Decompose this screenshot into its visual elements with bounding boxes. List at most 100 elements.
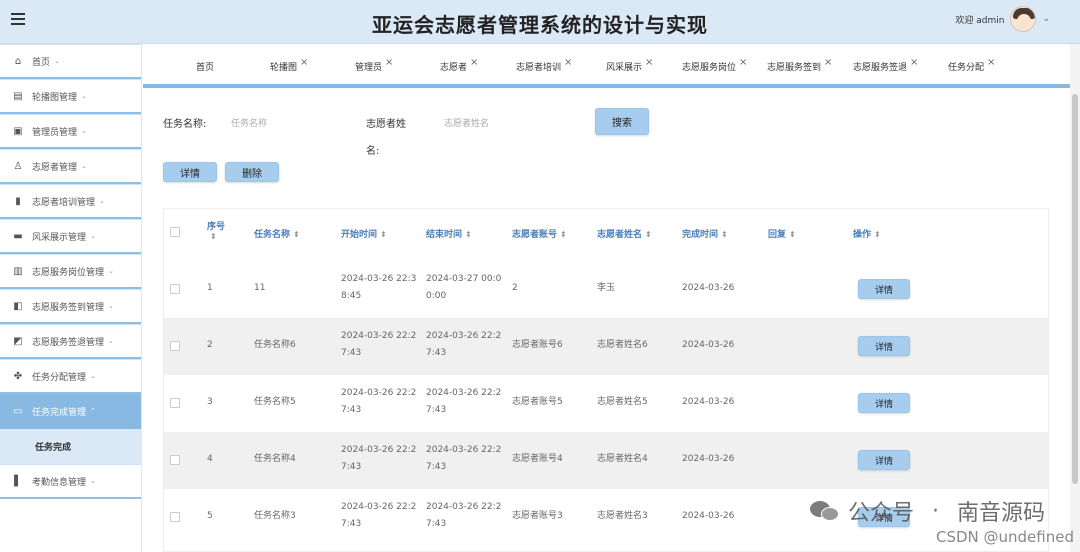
cell-end-time: 2024-03-26 22:2 7:43 <box>426 502 502 529</box>
post-icon: ▥ <box>13 265 23 277</box>
row-checkbox[interactable] <box>170 284 180 294</box>
row-detail-button[interactable]: 详情 <box>858 336 910 356</box>
tab-carousel[interactable]: 轮播图 × <box>270 57 308 73</box>
tab-assign[interactable]: 任务分配 × <box>948 57 995 73</box>
chevron-down-icon: ⌄ <box>108 302 114 310</box>
sort-icon[interactable]: ⬍ <box>645 230 652 239</box>
sort-icon[interactable]: ⬍ <box>293 230 300 239</box>
tab-admin[interactable]: 管理员 × <box>355 57 393 73</box>
cell-index: 4 <box>207 454 213 464</box>
sidebar-item-post[interactable]: ▥ 志愿服务岗位管理 ⌄ <box>0 254 141 289</box>
cell-account: 志愿者账号4 <box>512 454 563 464</box>
chevron-down-icon: ⌄ <box>54 57 60 65</box>
cell-index: 2 <box>207 340 213 350</box>
column-header: 操作 ⬍ <box>853 230 881 240</box>
delete-button[interactable]: 删除 <box>225 162 279 182</box>
row-detail-button[interactable]: 详情 <box>858 450 910 470</box>
attendance-icon: ▌ <box>14 475 22 487</box>
task-name-input[interactable]: 任务名称 <box>231 116 267 129</box>
sidebar-item-home[interactable]: ⌂ 首页 ⌄ <box>0 44 141 79</box>
cell-start-time: 2024-03-26 22:2 7:43 <box>341 445 417 472</box>
select-all-checkbox[interactable] <box>170 227 180 237</box>
row-detail-button[interactable]: 详情 <box>858 279 910 299</box>
sidebar-item-label: 轮播图管理 <box>32 92 78 103</box>
sidebar-item-volunteer[interactable]: ♙ 志愿者管理 ⌄ <box>0 149 141 184</box>
sidebar-item-carousel[interactable]: ▤ 轮播图管理 ⌄ <box>0 79 141 114</box>
watermark-dot: · <box>931 498 939 524</box>
user-menu[interactable]: 欢迎 admin ⌄ <box>955 6 1050 32</box>
cell-index: 3 <box>207 397 213 407</box>
row-checkbox[interactable] <box>170 512 180 522</box>
sidebar-item-attendance[interactable]: ▌ 考勤信息管理 ⌄ <box>0 464 141 499</box>
column-header[interactable]: 序号 ⬍ <box>207 219 225 242</box>
tab-training[interactable]: 志愿者培训 × <box>516 57 572 73</box>
sort-icon[interactable]: ⬍ <box>560 230 567 239</box>
cell-account: 志愿者账号3 <box>512 511 563 521</box>
sidebar-item-label: 志愿服务签到管理 <box>32 302 105 313</box>
close-icon[interactable]: × <box>824 57 832 68</box>
tab-volunteer[interactable]: 志愿者 × <box>440 57 478 73</box>
chevron-down-icon: ⌄ <box>90 232 96 240</box>
table-row[interactable]: 4 任务名称4 2024-03-26 22:2 7:43 2024-03-26 2… <box>164 432 1048 489</box>
row-checkbox[interactable] <box>170 455 180 465</box>
column-header[interactable]: 完成时间 ⬍ <box>682 227 728 240</box>
sidebar-subitem-task-complete[interactable]: 任务完成 <box>0 429 141 464</box>
tab-post[interactable]: 志愿服务岗位 × <box>682 57 747 73</box>
table-row[interactable]: 3 任务名称5 2024-03-26 22:2 7:43 2024-03-26 2… <box>164 375 1048 432</box>
sort-icon[interactable]: ⬍ <box>721 230 728 239</box>
row-checkbox[interactable] <box>170 341 180 351</box>
sidebar-item-complete[interactable]: ▭ 任务完成管理 ⌃ <box>0 394 141 429</box>
sidebar-item-signin[interactable]: ◧ 志愿服务签到管理 ⌄ <box>0 289 141 324</box>
sidebar-item-showcase[interactable]: ▬ 风采展示管理 ⌄ <box>0 219 141 254</box>
chevron-down-icon[interactable]: ⌄ <box>1042 14 1050 24</box>
column-header[interactable]: 回复 ⬍ <box>768 227 796 240</box>
column-header[interactable]: 志愿者姓名 ⬍ <box>597 227 652 240</box>
table-row[interactable]: 1 11 2024-03-26 22:3 8:45 2024-03-27 00:0… <box>164 261 1048 318</box>
sort-icon[interactable]: ⬍ <box>465 230 472 239</box>
volunteer-name-input[interactable]: 志愿者姓名 <box>444 116 489 129</box>
chevron-down-icon: ⌄ <box>81 162 87 170</box>
sidebar-item-label: 任务完成管理 <box>32 407 87 418</box>
close-icon[interactable]: × <box>300 57 308 68</box>
close-icon[interactable]: × <box>470 57 478 68</box>
sort-icon[interactable]: ⬍ <box>380 230 387 239</box>
column-header[interactable]: 开始时间 ⬍ <box>341 227 387 240</box>
cell-task-name: 任务名称3 <box>254 511 296 521</box>
close-icon[interactable]: × <box>645 57 653 68</box>
tab-label: 首页 <box>196 63 215 73</box>
tab-signout[interactable]: 志愿服务签退 × <box>853 57 918 73</box>
page-scrollbar[interactable] <box>1070 44 1080 552</box>
close-icon[interactable]: × <box>385 57 393 68</box>
row-detail-button[interactable]: 详情 <box>858 393 910 413</box>
sort-icon[interactable]: ⬍ <box>789 230 796 239</box>
tab-label: 志愿者 <box>440 63 468 73</box>
cell-end-time: 2024-03-27 00:0 0:00 <box>426 274 502 301</box>
cell-task-name: 任务名称5 <box>254 397 296 407</box>
sidebar-item-assign[interactable]: ✤ 任务分配管理 ⌄ <box>0 359 141 394</box>
sidebar-item-admin[interactable]: ▣ 管理员管理 ⌄ <box>0 114 141 149</box>
scrollbar-thumb[interactable] <box>1072 94 1078 484</box>
sidebar-item-training[interactable]: ▮ 志愿者培训管理 ⌄ <box>0 184 141 219</box>
table-row[interactable]: 2 任务名称6 2024-03-26 22:2 7:43 2024-03-26 2… <box>164 318 1048 375</box>
chevron-down-icon: ⌄ <box>90 372 96 380</box>
carousel-icon: ▤ <box>13 90 23 102</box>
avatar[interactable] <box>1010 6 1037 32</box>
close-icon[interactable]: × <box>987 57 995 68</box>
close-icon[interactable]: × <box>739 57 747 68</box>
close-icon[interactable]: × <box>910 57 918 68</box>
close-icon[interactable]: × <box>564 57 572 68</box>
column-header[interactable]: 任务名称 ⬍ <box>254 227 300 240</box>
tab-signin[interactable]: 志愿服务签到 × <box>767 57 832 73</box>
column-header[interactable]: 志愿者账号 ⬍ <box>512 227 567 240</box>
column-header[interactable]: 结束时间 ⬍ <box>426 227 472 240</box>
cell-done-time: 2024-03-26 <box>682 511 735 521</box>
row-checkbox[interactable] <box>170 398 180 408</box>
cell-end-time: 2024-03-26 22:2 7:43 <box>426 388 502 415</box>
tab-home[interactable]: 首页 <box>196 60 214 73</box>
sort-icon[interactable]: ⬍ <box>874 230 881 239</box>
tab-showcase[interactable]: 风采展示 × <box>606 57 653 73</box>
table-header: 序号 ⬍ 任务名称 ⬍ 开始时间 ⬍ 结束时间 ⬍ 志愿者账号 ⬍ 志愿者姓名 ⬍ 完成时间… <box>164 209 1048 261</box>
sidebar-item-signout[interactable]: ◩ 志愿服务签退管理 ⌄ <box>0 324 141 359</box>
search-button[interactable]: 搜索 <box>595 108 649 135</box>
detail-button[interactable]: 详情 <box>163 162 217 182</box>
